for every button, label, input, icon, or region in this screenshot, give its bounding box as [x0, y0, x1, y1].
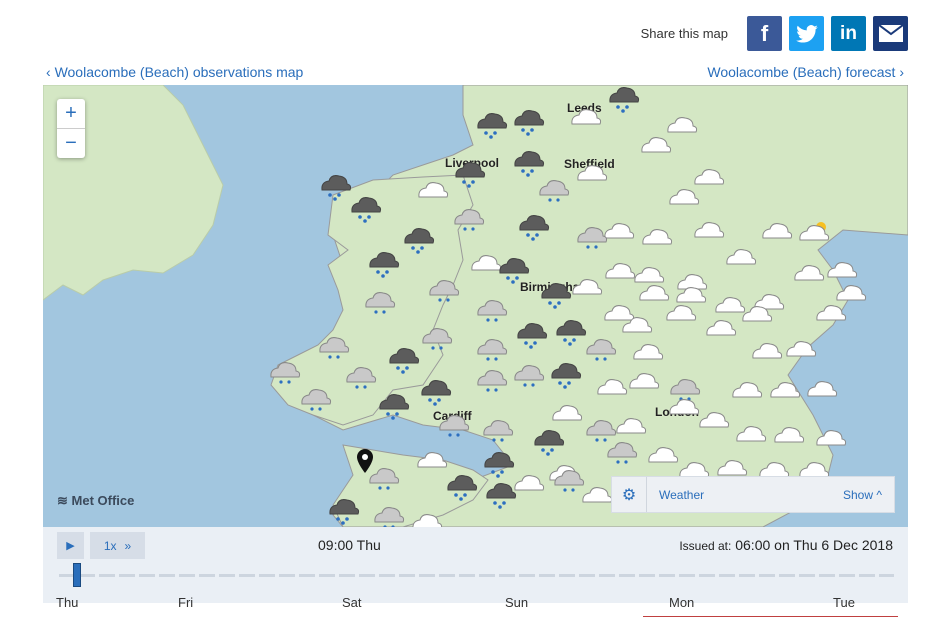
- fast-forward-icon: »: [124, 538, 132, 553]
- email-icon: [878, 25, 903, 42]
- play-button[interactable]: ▶: [57, 532, 84, 559]
- forecast-link[interactable]: Woolacombe (Beach) forecast ›: [707, 64, 904, 80]
- issued-time: Issued at: 06:00 on Thu 6 Dec 2018: [679, 537, 893, 553]
- day-label: Tue: [833, 595, 855, 610]
- met-office-logo-icon: ≋: [57, 493, 72, 508]
- speed-label: 1x: [103, 538, 117, 553]
- issued-label: Issued at:: [679, 539, 732, 553]
- linkedin-share-button[interactable]: in: [831, 16, 866, 51]
- divider: [643, 616, 898, 617]
- layer-panel: ⚙ Weather Show ^: [611, 476, 895, 513]
- email-share-button[interactable]: [873, 16, 908, 51]
- day-label: Sat: [342, 595, 362, 610]
- day-label: Sun: [505, 595, 529, 610]
- observations-map-link[interactable]: ‹ Woolacombe (Beach) observations map: [46, 64, 303, 80]
- facebook-share-button[interactable]: f: [747, 16, 782, 51]
- twitter-icon: [795, 24, 818, 43]
- timeline-days: Thu Fri Sat Sun Mon Tue: [43, 595, 908, 615]
- play-icon: ▶: [66, 540, 75, 552]
- forecast-link-label: Woolacombe (Beach) forecast: [707, 64, 896, 80]
- facebook-icon: f: [760, 20, 769, 46]
- issued-value: 06:00 on Thu 6 Dec 2018: [735, 537, 893, 553]
- timeline-track[interactable]: [59, 574, 894, 577]
- location-pin-icon[interactable]: [357, 449, 373, 473]
- observations-map-link-label: Woolacombe (Beach) observations map: [54, 64, 304, 80]
- twitter-share-button[interactable]: [789, 16, 824, 51]
- speed-button[interactable]: 1x »: [90, 532, 145, 559]
- layer-name: Weather: [659, 487, 705, 502]
- layer-show-toggle[interactable]: Show ^: [843, 488, 882, 502]
- weather-map[interactable]: + − Leeds Liverpool Sheffield Birmingham…: [43, 85, 908, 527]
- met-office-logo-text: Met Office: [71, 493, 135, 508]
- chevron-up-icon: ^: [876, 487, 882, 502]
- weather-symbols: [270, 87, 867, 527]
- timeline-bar: ▶ 1x » 09:00 Thu Issued at: 06:00 on Thu …: [43, 527, 908, 610]
- current-time: 09:00 Thu: [318, 537, 381, 553]
- share-bar: Share this map f in: [641, 16, 908, 51]
- gear-icon[interactable]: ⚙: [612, 477, 647, 512]
- met-office-logo: ≋ Met Office: [57, 493, 134, 509]
- day-label: Fri: [178, 595, 194, 610]
- linkedin-icon: in: [840, 22, 857, 44]
- timeline-handle[interactable]: [73, 563, 81, 587]
- day-label: Mon: [669, 595, 695, 610]
- layer-show-label: Show: [842, 487, 874, 502]
- share-label: Share this map: [640, 26, 728, 41]
- day-label: Thu: [56, 595, 79, 610]
